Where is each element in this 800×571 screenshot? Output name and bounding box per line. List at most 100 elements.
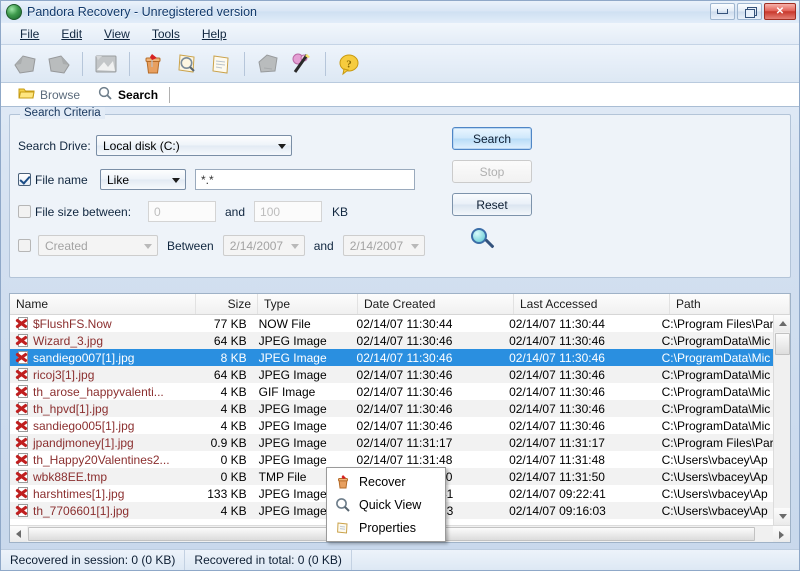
tab-search[interactable]: Search (89, 83, 167, 106)
cell-type: JPEG Image (253, 419, 351, 433)
file-name-match-combo[interactable]: Like (100, 169, 186, 190)
menu-help[interactable]: Help (191, 25, 238, 43)
stop-button[interactable]: Stop (452, 160, 532, 183)
file-name-text: wbk88EE.tmp (33, 470, 107, 484)
date-filter-checkbox[interactable] (18, 239, 31, 252)
help-icon[interactable]: ? (333, 48, 365, 80)
arrow-down-icon (779, 514, 787, 519)
date-and-label: and (314, 239, 334, 253)
file-size-checkbox[interactable]: File size between: (18, 205, 140, 219)
forward-icon[interactable] (43, 48, 75, 80)
close-button[interactable]: ✕ (764, 3, 796, 20)
scroll-down-button[interactable] (774, 508, 791, 525)
table-row[interactable]: th_hpvd[1].jpg4 KBJPEG Image02/14/07 11:… (10, 400, 773, 417)
tab-search-label: Search (118, 88, 158, 102)
deleted-file-icon (16, 402, 29, 416)
vertical-scroll-thumb[interactable] (775, 333, 790, 355)
table-row[interactable]: Wizard_3.jpg64 KBJPEG Image02/14/07 11:3… (10, 332, 773, 349)
file-name-text: ricoj3[1].jpg (33, 368, 94, 382)
table-row[interactable]: sandiego005[1].jpg4 KBJPEG Image02/14/07… (10, 417, 773, 434)
deleted-file-icon (16, 419, 29, 433)
cell-name: $FlushFS.Now (10, 317, 192, 331)
close-icon: ✕ (776, 6, 784, 17)
quick-view-icon[interactable] (171, 48, 203, 80)
app-icon (6, 4, 22, 20)
search-button[interactable]: Search (452, 127, 532, 150)
menu-edit[interactable]: Edit (50, 25, 93, 43)
column-header-type[interactable]: Type (258, 294, 358, 314)
cell-size: 4 KB (192, 504, 253, 518)
table-row[interactable]: jpandjmoney[1].jpg0.9 KBJPEG Image02/14/… (10, 434, 773, 451)
tab-strip: Browse Search (1, 83, 799, 107)
table-row[interactable]: $FlushFS.Now77 KBNOW File02/14/07 11:30:… (10, 315, 773, 332)
checkbox-icon (18, 173, 31, 186)
cell-name: th_arose_happyvalenti... (10, 385, 192, 399)
table-row[interactable]: ricoj3[1].jpg64 KBJPEG Image02/14/07 11:… (10, 366, 773, 383)
file-size-max-input[interactable]: 100 (254, 201, 322, 222)
vertical-scrollbar[interactable] (773, 315, 790, 525)
scroll-left-button[interactable] (10, 526, 27, 543)
cell-path: C:\Users\vbacey\Ap (656, 453, 773, 467)
context-menu-item-quick-view[interactable]: Quick View (327, 493, 445, 516)
date-from-picker[interactable]: 2/14/2007 (223, 235, 305, 256)
column-header-size[interactable]: Size (196, 294, 258, 314)
cell-name: wbk88EE.tmp (10, 470, 192, 484)
arrow-right-icon (779, 531, 784, 539)
tab-browse[interactable]: Browse (9, 83, 89, 106)
file-name-input[interactable]: *.* (195, 169, 415, 190)
column-header-date-created[interactable]: Date Created (358, 294, 514, 314)
properties-icon[interactable] (205, 48, 237, 80)
wizard-icon[interactable] (286, 48, 318, 80)
toolbar-separator (129, 52, 130, 76)
cell-accessed: 02/14/07 11:30:46 (503, 351, 656, 365)
status-bar: Recovered in session: 0 (0 KB) Recovered… (1, 549, 799, 570)
file-name-text: th_hpvd[1].jpg (33, 402, 108, 416)
cell-name: sandiego005[1].jpg (10, 419, 192, 433)
drive-icon[interactable] (252, 48, 284, 80)
search-button-label: Search (473, 132, 511, 146)
file-size-and-label: and (225, 205, 245, 219)
cell-path: C:\ProgramData\Mic (656, 385, 773, 399)
date-field-value: Created (45, 239, 88, 253)
context-menu-item-recover[interactable]: Recover (327, 470, 445, 493)
date-field-combo[interactable]: Created (38, 235, 158, 256)
chevron-down-icon (411, 244, 419, 249)
surface-scan-icon[interactable] (90, 48, 122, 80)
list-header: Name SizeTypeDate CreatedLast Accessed Pat… (10, 294, 790, 315)
column-header-name[interactable]: Name (10, 294, 196, 314)
context-menu-item-properties[interactable]: Properties (327, 516, 445, 539)
column-header-last-accessed[interactable]: Last Accessed (514, 294, 670, 314)
cell-accessed: 02/14/07 11:30:46 (503, 402, 656, 416)
table-row[interactable]: sandiego007[1].jpg8 KBJPEG Image02/14/07… (10, 349, 773, 366)
minimize-button[interactable] (710, 3, 735, 20)
scroll-up-button[interactable] (774, 315, 791, 332)
search-drive-combo[interactable]: Local disk (C:) (96, 135, 292, 156)
cell-path: C:\Users\vbacey\Ap (656, 487, 773, 501)
column-header-path[interactable]: Path (670, 294, 790, 314)
recover-icon (335, 474, 351, 490)
table-row[interactable]: th_Happy20Valentines2...0 KBJPEG Image02… (10, 451, 773, 468)
column-header-label: Name (16, 297, 48, 311)
deleted-file-icon (16, 351, 29, 365)
table-row[interactable]: th_arose_happyvalenti...4 KBGIF Image02/… (10, 383, 773, 400)
status-total: Recovered in total: 0 (0 KB) (185, 550, 351, 570)
file-size-min-input[interactable]: 0 (148, 201, 216, 222)
cell-path: C:\ProgramData\Mic (656, 419, 773, 433)
file-name-checkbox[interactable]: File name (18, 173, 96, 187)
toolbar-separator (244, 52, 245, 76)
column-header-label: Path (676, 297, 701, 311)
file-name-text: th_7706601[1].jpg (33, 504, 129, 518)
back-icon[interactable] (9, 48, 41, 80)
cell-path: C:\ProgramData\Mic (656, 402, 773, 416)
reset-button[interactable]: Reset (452, 193, 532, 216)
scroll-right-button[interactable] (773, 526, 790, 543)
menu-tools[interactable]: Tools (141, 25, 191, 43)
recycle-bin-icon[interactable] (137, 48, 169, 80)
menu-file[interactable]: File (9, 25, 50, 43)
menu-help-label: Help (202, 27, 227, 41)
cell-created: 02/14/07 11:30:46 (351, 334, 504, 348)
cell-name: th_hpvd[1].jpg (10, 402, 192, 416)
maximize-button[interactable] (737, 3, 762, 20)
date-to-picker[interactable]: 2/14/2007 (343, 235, 425, 256)
menu-view[interactable]: View (93, 25, 141, 43)
